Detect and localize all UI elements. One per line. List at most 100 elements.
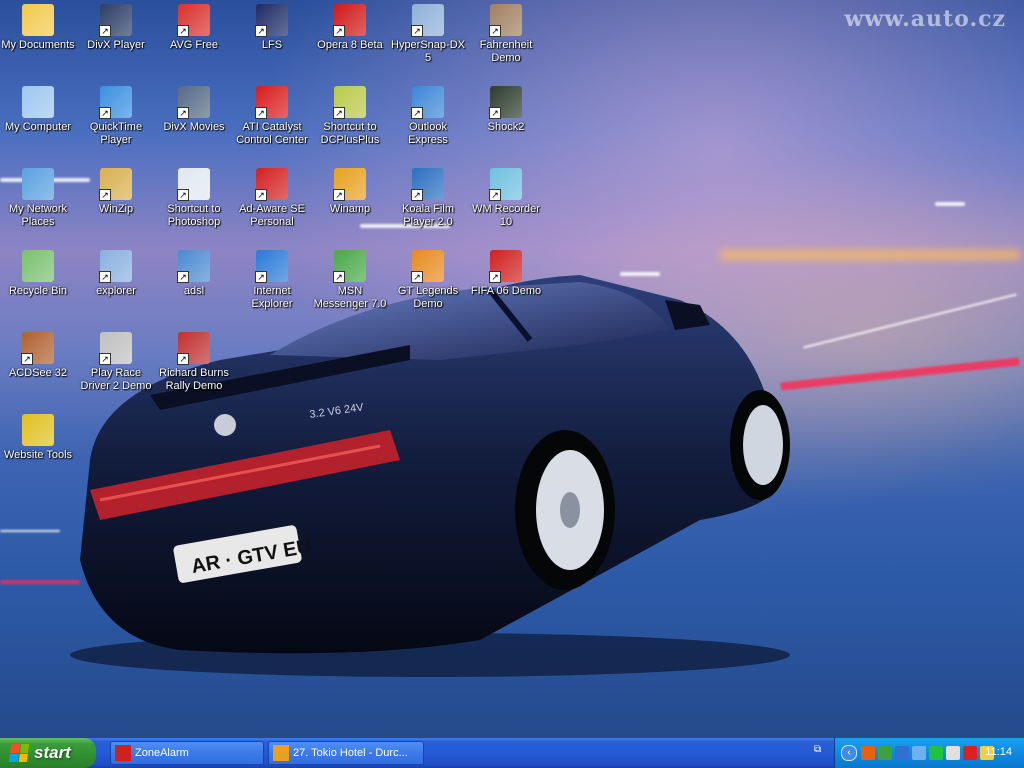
adaware-icon: ↗ <box>255 168 288 201</box>
shortcut-arrow-icon: ↗ <box>177 271 189 283</box>
light-streak <box>720 250 1020 260</box>
acdsee-icon: ↗ <box>21 332 54 365</box>
taskbar-button-winamp[interactable]: 27. Tokio Hotel - Durc... <box>268 741 424 765</box>
display-tray-icon[interactable] <box>912 746 926 760</box>
desktop-icon-label: WM Recorder 10 <box>472 203 540 228</box>
desktop-icon-label: GT Legends Demo <box>397 285 459 310</box>
desktop-icon-label: Play Race Driver 2 Demo <box>80 367 152 392</box>
desktop-icon-hypersnap[interactable]: ↗ HyperSnap-DX 5 <box>388 4 468 65</box>
desktop-icon-label: ACDSee 32 <box>8 367 68 379</box>
desktop-icon-quicktime[interactable]: ↗ QuickTime Player <box>76 86 156 147</box>
shortcut-arrow-icon: ↗ <box>333 25 345 37</box>
desktop-icon-msn[interactable]: ↗ MSN Messenger 7.0 <box>310 250 390 311</box>
divx-player-icon: ↗ <box>99 4 132 37</box>
desktop-icon-adaware[interactable]: ↗ Ad-Aware SE Personal <box>232 168 312 229</box>
desktop-icon-ati[interactable]: ↗ ATI Catalyst Control Center <box>232 86 312 147</box>
desktop-icon-recycle-bin[interactable]: Recycle Bin <box>0 250 78 298</box>
desktop-icon-winamp[interactable]: ↗ Winamp <box>310 168 390 216</box>
windows-logo-icon <box>8 744 30 762</box>
desktop-icon-network[interactable]: My Network Places <box>0 168 78 229</box>
website-tools-icon <box>22 414 54 446</box>
explorer-icon: ↗ <box>99 250 132 283</box>
desktop-icon-avg-free[interactable]: ↗ AVG Free <box>154 4 234 52</box>
desktop-icon-label: MSN Messenger 7.0 <box>313 285 387 310</box>
desktop-icon-photoshop[interactable]: ↗ Shortcut to Photoshop <box>154 168 234 229</box>
desktop-icon-wm-recorder[interactable]: ↗ WM Recorder 10 <box>466 168 546 229</box>
network-icon <box>22 168 54 200</box>
desktop-icon-label: LFS <box>261 39 283 51</box>
task-label: ZoneAlarm <box>135 747 189 759</box>
desktop-icon-adsl[interactable]: ↗ adsl <box>154 250 234 298</box>
shortcut-arrow-icon: ↗ <box>489 189 501 201</box>
desktop-icon-opera[interactable]: ↗ Opera 8 Beta <box>310 4 390 52</box>
shortcut-arrow-icon: ↗ <box>99 271 111 283</box>
desktop-icon-play-race[interactable]: ↗ Play Race Driver 2 Demo <box>76 332 156 393</box>
internet-explorer-icon: ↗ <box>255 250 288 283</box>
light-streak <box>935 202 965 206</box>
desktop-icon-gt-legends[interactable]: ↗ GT Legends Demo <box>388 250 468 311</box>
desktop-icon-ie[interactable]: ↗ Internet Explorer <box>232 250 312 311</box>
dcplusplus-icon: ↗ <box>333 86 366 119</box>
light-streak <box>803 293 1017 349</box>
desktop-icon-outlook[interactable]: ↗ Outlook Express <box>388 86 468 147</box>
clock[interactable]: 11:14 <box>985 746 1012 758</box>
shortcut-arrow-icon: ↗ <box>99 25 111 37</box>
desktop-icon-label: Winamp <box>329 203 371 215</box>
desktop-icon-label: Internet Explorer <box>251 285 293 310</box>
shortcut-arrow-icon: ↗ <box>99 189 111 201</box>
msn-icon: ↗ <box>333 250 366 283</box>
shortcut-arrow-icon: ↗ <box>255 271 267 283</box>
desktop-icon-lfs[interactable]: ↗ LFS <box>232 4 312 52</box>
taskbar-button-zonealarm[interactable]: ZoneAlarm <box>110 741 264 765</box>
network-tray-icon[interactable] <box>895 746 909 760</box>
desktop-icon-my-computer[interactable]: My Computer <box>0 86 78 134</box>
shortcut-arrow-icon: ↗ <box>177 107 189 119</box>
desktop-icon-label: adsl <box>183 285 205 297</box>
zonealarm-icon <box>115 745 131 761</box>
shortcut-arrow-icon: ↗ <box>177 189 189 201</box>
desktop-icon-dcplusplus[interactable]: ↗ Shortcut to DCPlusPlus <box>310 86 390 147</box>
quick-launch-toggle[interactable]: ⧉ <box>814 744 826 762</box>
desktop-icon-label: Recycle Bin <box>8 285 68 297</box>
rally-icon: ↗ <box>177 332 210 365</box>
face-icon: ↗ <box>489 4 522 37</box>
shortcut-arrow-icon: ↗ <box>177 353 189 365</box>
desktop-icon-website-tools[interactable]: Website Tools <box>0 414 78 462</box>
desktop-icon-label: Shortcut to DCPlusPlus <box>320 121 380 146</box>
desktop-icon-my-documents[interactable]: My Documents <box>0 4 78 52</box>
desktop-icon-rbr[interactable]: ↗ Richard Burns Rally Demo <box>154 332 234 393</box>
language-icon[interactable] <box>861 746 875 760</box>
meter-tray-icon[interactable] <box>929 746 943 760</box>
winamp-icon <box>273 745 289 761</box>
shock2-icon: ↗ <box>489 86 522 119</box>
desktop-icon-explorer[interactable]: ↗ explorer <box>76 250 156 298</box>
desktop-icon-fahrenheit[interactable]: ↗ Fahrenheit Demo <box>466 4 546 65</box>
light-streak <box>0 530 60 532</box>
shortcut-arrow-icon: ↗ <box>333 271 345 283</box>
desktop-icon-label: Ad-Aware SE Personal <box>239 203 305 228</box>
computer-icon <box>22 86 54 118</box>
show-hidden-icons-chevron-icon[interactable]: ‹ <box>841 745 857 761</box>
desktop-icon-koala[interactable]: ↗ Koala Film Player 2.0 <box>388 168 468 229</box>
shortcut-arrow-icon: ↗ <box>255 25 267 37</box>
desktop-icon-acdsee[interactable]: ↗ ACDSee 32 <box>0 332 78 380</box>
system-tray: ‹ 11:14 <box>834 738 1024 768</box>
shortcut-arrow-icon: ↗ <box>411 189 423 201</box>
desktop-icon-divx-movies[interactable]: ↗ DivX Movies <box>154 86 234 134</box>
desktop-icon-divx-player[interactable]: ↗ DivX Player <box>76 4 156 52</box>
desktop-icon-winzip[interactable]: ↗ WinZip <box>76 168 156 216</box>
desktop-icon-label: Shortcut to Photoshop <box>167 203 221 228</box>
desktop-icon-label: HyperSnap-DX 5 <box>391 39 465 64</box>
volume-tray-icon[interactable] <box>946 746 960 760</box>
msn-tray-icon[interactable] <box>878 746 892 760</box>
shortcut-arrow-icon: ↗ <box>99 107 111 119</box>
desktop-icon-label: DivX Movies <box>163 121 225 133</box>
antivirus-tray-icon[interactable] <box>963 746 977 760</box>
taskbar: start ZoneAlarm 27. Tokio Hotel - Durc..… <box>0 738 1024 768</box>
desktop-icon-label: WinZip <box>98 203 134 215</box>
desktop-icon-fifa[interactable]: ↗ FIFA 06 Demo <box>466 250 546 298</box>
shortcut-arrow-icon: ↗ <box>411 271 423 283</box>
start-button[interactable]: start <box>0 738 96 768</box>
quicktime-icon: ↗ <box>99 86 132 119</box>
desktop-icon-shock2[interactable]: ↗ Shock2 <box>466 86 546 134</box>
